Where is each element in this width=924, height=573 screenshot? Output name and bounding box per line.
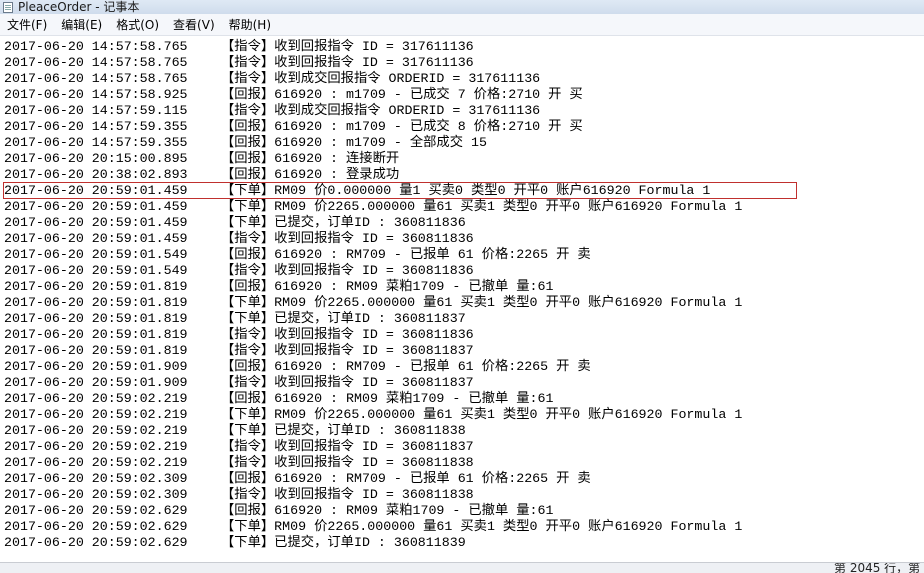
log-message: 【回报】616920 : RM709 - 已报单 61 价格:2265 开 卖 xyxy=(221,471,591,486)
log-timestamp: 2017-06-20 14:57:58.765 xyxy=(4,55,188,70)
log-timestamp: 2017-06-20 14:57:58.925 xyxy=(4,87,188,102)
log-timestamp: 2017-06-20 14:57:58.765 xyxy=(4,71,188,86)
log-timestamp: 2017-06-20 20:59:01.909 xyxy=(4,359,188,374)
log-timestamp: 2017-06-20 20:59:02.219 xyxy=(4,423,188,438)
text-editor-area[interactable]: 2017-06-20 14:57:58.765 【指令】收到回报指令 ID = 3… xyxy=(0,38,924,562)
log-timestamp: 2017-06-20 20:59:02.629 xyxy=(4,519,188,534)
log-message: 【回报】616920 : RM09 菜粕1709 - 已撤单 量:61 xyxy=(221,279,554,294)
log-message: 【回报】616920 : 登录成功 xyxy=(221,167,400,182)
log-timestamp: 2017-06-20 20:59:01.459 xyxy=(4,199,188,214)
log-message: 【指令】收到回报指令 ID = 360811836 xyxy=(221,263,474,278)
log-message: 【指令】收到回报指令 ID = 360811837 xyxy=(221,343,474,358)
log-message: 【下单】RM09 价2265.000000 量61 买卖1 类型0 开平0 账户… xyxy=(221,519,743,534)
log-message: 【指令】收到回报指令 ID = 360811836 xyxy=(221,327,474,342)
log-timestamp: 2017-06-20 20:38:02.893 xyxy=(4,167,188,182)
menu-bar: 文件(F) 编辑(E) 格式(O) 查看(V) 帮助(H) xyxy=(0,14,924,36)
menu-file[interactable]: 文件(F) xyxy=(0,15,54,35)
log-timestamp: 2017-06-20 20:59:02.219 xyxy=(4,439,188,454)
log-timestamp: 2017-06-20 20:59:02.629 xyxy=(4,503,188,518)
log-timestamp: 2017-06-20 20:59:01.819 xyxy=(4,295,188,310)
log-timestamp: 2017-06-20 14:57:59.355 xyxy=(4,135,188,150)
log-message: 【下单】RM09 价2265.000000 量61 买卖1 类型0 开平0 账户… xyxy=(221,199,743,214)
log-timestamp: 2017-06-20 20:59:01.819 xyxy=(4,327,188,342)
menu-edit[interactable]: 编辑(E) xyxy=(54,15,109,35)
log-timestamp: 2017-06-20 20:59:01.819 xyxy=(4,311,188,326)
log-message: 【下单】已提交，订单ID : 360811838 xyxy=(221,423,466,438)
cursor-position: 第 2045 行，第 xyxy=(834,562,921,573)
log-timestamp: 2017-06-20 20:59:02.219 xyxy=(4,391,188,406)
log-timestamp: 2017-06-20 20:15:00.895 xyxy=(4,151,188,166)
log-message: 【指令】收到回报指令 ID = 360811838 xyxy=(221,455,474,470)
log-message: 【指令】收到回报指令 ID = 360811837 xyxy=(221,439,474,454)
log-message: 【回报】616920 : m1709 - 已成交 8 价格:2710 开 买 xyxy=(221,119,583,134)
log-timestamp: 2017-06-20 20:59:01.459 xyxy=(4,215,188,230)
log-message: 【下单】RM09 价2265.000000 量61 买卖1 类型0 开平0 账户… xyxy=(221,407,743,422)
log-timestamp: 2017-06-20 20:59:01.819 xyxy=(4,343,188,358)
log-message: 【下单】RM09 价0.000000 量1 买卖0 类型0 开平0 账户6169… xyxy=(221,183,711,198)
log-message: 【回报】616920 : 连接断开 xyxy=(221,151,400,166)
log-message: 【下单】已提交，订单ID : 360811839 xyxy=(221,535,466,550)
log-message: 【下单】已提交，订单ID : 360811837 xyxy=(221,311,466,326)
log-message: 【下单】已提交，订单ID : 360811836 xyxy=(221,215,466,230)
log-message: 【回报】616920 : RM709 - 已报单 61 价格:2265 开 卖 xyxy=(221,359,591,374)
log-message: 【指令】收到回报指令 ID = 360811838 xyxy=(221,487,474,502)
menu-help[interactable]: 帮助(H) xyxy=(222,15,278,35)
log-message: 【回报】616920 : m1709 - 已成交 7 价格:2710 开 买 xyxy=(221,87,583,102)
window-title: PleaceOrder - 记事本 xyxy=(18,0,140,14)
log-timestamp: 2017-06-20 14:57:59.355 xyxy=(4,119,188,134)
log-message: 【回报】616920 : RM09 菜粕1709 - 已撤单 量:61 xyxy=(221,503,554,518)
log-timestamp: 2017-06-20 20:59:01.459 xyxy=(4,183,188,198)
log-message: 【下单】RM09 价2265.000000 量61 买卖1 类型0 开平0 账户… xyxy=(221,295,743,310)
log-timestamp: 2017-06-20 20:59:01.819 xyxy=(4,279,188,294)
log-message: 【指令】收到成交回报指令 ORDERID = 317611136 xyxy=(221,71,541,86)
log-timestamp: 2017-06-20 20:59:02.219 xyxy=(4,455,188,470)
log-message: 【指令】收到回报指令 ID = 317611136 xyxy=(221,39,474,54)
status-bar: 第 2045 行，第 xyxy=(0,562,924,573)
log-timestamp: 2017-06-20 20:59:01.909 xyxy=(4,375,188,390)
log-timestamp: 2017-06-20 20:59:02.309 xyxy=(4,487,188,502)
log-timestamp: 2017-06-20 20:59:02.219 xyxy=(4,407,188,422)
log-message: 【指令】收到回报指令 ID = 360811837 xyxy=(221,375,474,390)
notepad-icon xyxy=(3,1,13,13)
menu-format[interactable]: 格式(O) xyxy=(109,15,166,35)
log-timestamp: 2017-06-20 20:59:01.549 xyxy=(4,247,188,262)
log-timestamp: 2017-06-20 20:59:02.309 xyxy=(4,471,188,486)
log-timestamp: 2017-06-20 20:59:01.549 xyxy=(4,263,188,278)
notepad-window: PleaceOrder - 记事本 文件(F) 编辑(E) 格式(O) 查看(V… xyxy=(0,0,924,573)
title-bar[interactable]: PleaceOrder - 记事本 xyxy=(0,0,924,14)
log-timestamp: 2017-06-20 20:59:01.459 xyxy=(4,231,188,246)
log-message: 【回报】616920 : RM709 - 已报单 61 价格:2265 开 卖 xyxy=(221,247,591,262)
log-timestamp: 2017-06-20 20:59:02.629 xyxy=(4,535,188,550)
log-timestamp: 2017-06-20 14:57:58.765 xyxy=(4,39,188,54)
log-message: 【回报】616920 : RM09 菜粕1709 - 已撤单 量:61 xyxy=(221,391,554,406)
log-message: 【指令】收到回报指令 ID = 317611136 xyxy=(221,55,474,70)
log-timestamp: 2017-06-20 14:57:59.115 xyxy=(4,103,188,118)
log-message: 【指令】收到回报指令 ID = 360811836 xyxy=(221,231,474,246)
menu-view[interactable]: 查看(V) xyxy=(166,15,222,35)
log-message: 【回报】616920 : m1709 - 全部成交 15 xyxy=(221,135,487,150)
log-message: 【指令】收到成交回报指令 ORDERID = 317611136 xyxy=(221,103,541,118)
